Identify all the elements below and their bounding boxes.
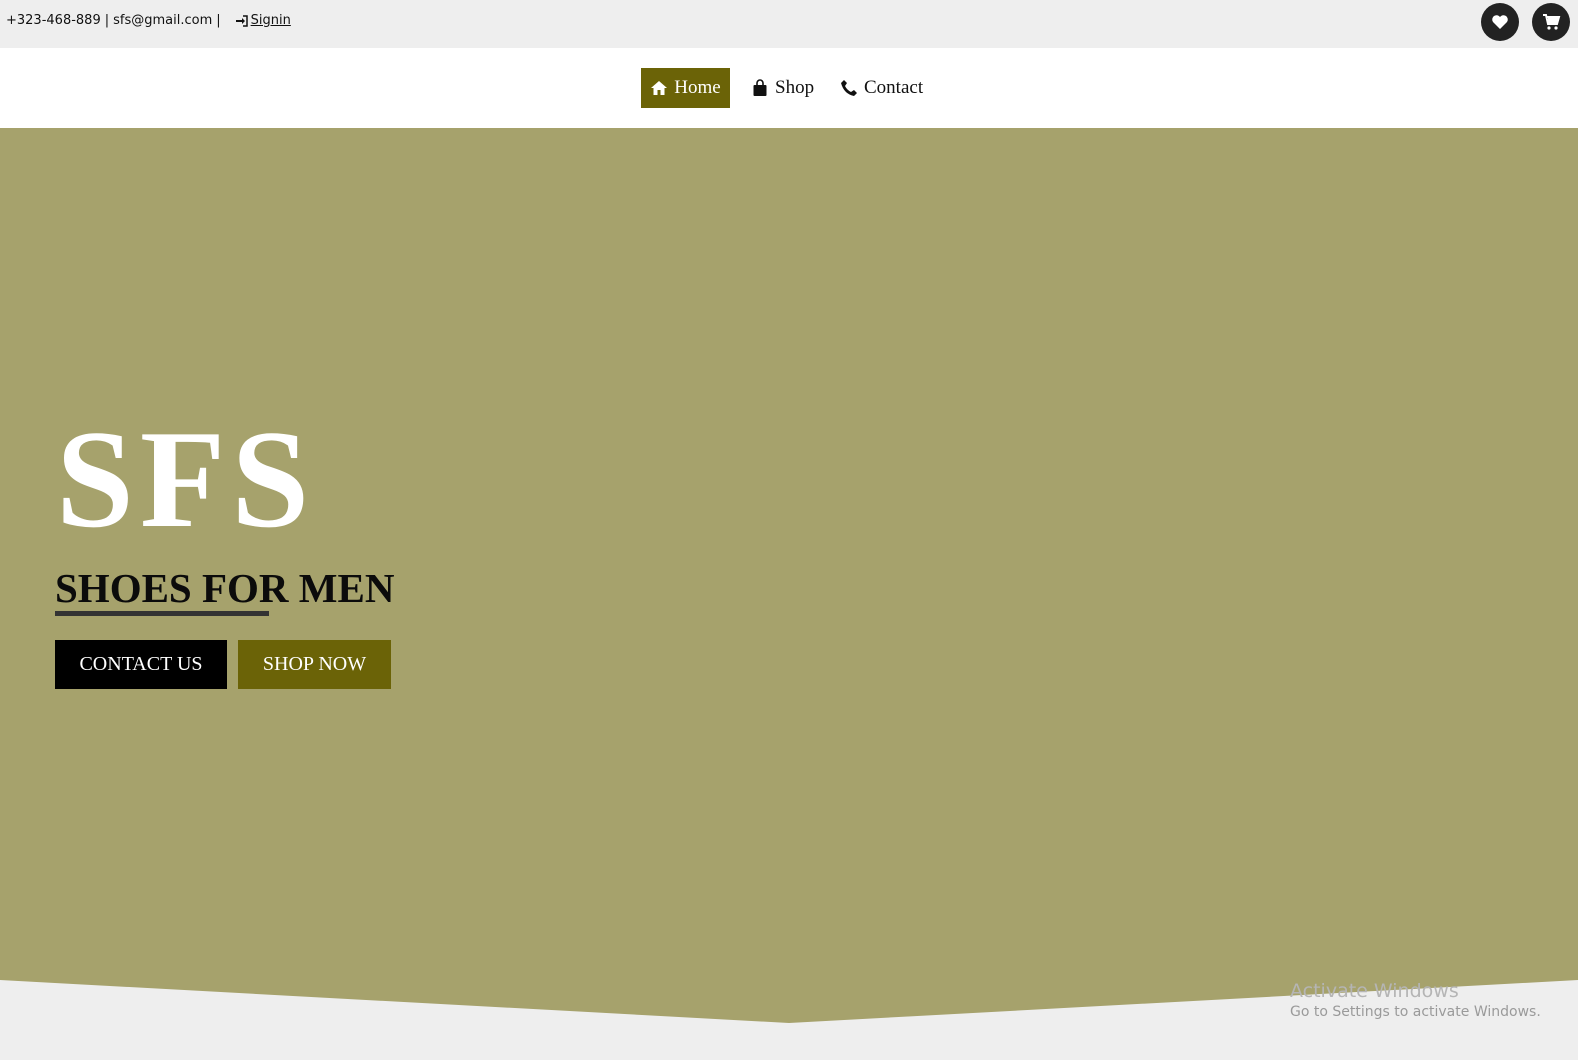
separator: | xyxy=(216,13,221,28)
shopping-bag-icon xyxy=(753,79,767,96)
contact-us-button[interactable]: CONTACT US xyxy=(55,640,227,689)
nav-home-label: Home xyxy=(674,77,721,98)
nav-home[interactable]: Home xyxy=(641,68,730,108)
sign-in-icon xyxy=(235,14,248,27)
nav-contact[interactable]: Contact xyxy=(840,68,923,108)
home-icon xyxy=(651,81,668,95)
contact-info: +323-468-889 | sfs@gmail.com | Signin xyxy=(6,13,291,28)
nav-shop[interactable]: Shop xyxy=(751,68,814,108)
cart-button[interactable] xyxy=(1532,3,1570,41)
shop-now-button[interactable]: SHOP NOW xyxy=(238,640,391,689)
main-nav: Home Shop Contact xyxy=(0,48,1578,128)
tagline-underline xyxy=(55,611,269,616)
email-address: sfs@gmail.com xyxy=(113,13,213,28)
nav-contact-label: Contact xyxy=(864,77,924,98)
top-bar: +323-468-889 | sfs@gmail.com | Signin xyxy=(0,0,1578,48)
hero-tagline: SHOES FOR MEN xyxy=(55,565,395,611)
cart-icon xyxy=(1543,14,1561,30)
nav-shop-label: Shop xyxy=(775,77,815,98)
watermark-title: Activate Windows xyxy=(1290,980,1459,1002)
phone-number: +323-468-889 xyxy=(6,13,101,28)
watermark-subtitle: Go to Settings to activate Windows. xyxy=(1290,1004,1541,1020)
phone-icon xyxy=(841,80,857,96)
wishlist-button[interactable] xyxy=(1481,3,1519,41)
activation-watermark: Activate Windows Go to Settings to activ… xyxy=(1290,980,1541,1020)
brand-title: SFS xyxy=(56,402,316,557)
signin-label: Signin xyxy=(250,13,291,28)
hero-banner: SFS SHOES FOR MEN CONTACT US SHOP NOW xyxy=(0,128,1578,1060)
signin-link[interactable]: Signin xyxy=(235,13,291,28)
separator: | xyxy=(104,13,110,28)
heart-icon xyxy=(1492,15,1508,29)
